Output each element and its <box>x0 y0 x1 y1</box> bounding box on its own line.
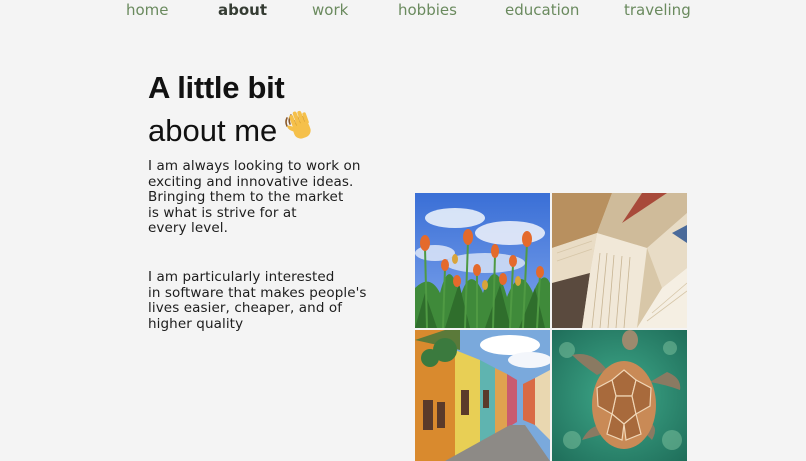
nav-home[interactable]: home <box>126 1 169 19</box>
nav-about[interactable]: about <box>218 1 267 19</box>
page-title-text: about me <box>148 113 278 148</box>
tulips-photo <box>415 193 550 328</box>
colorful-street-photo <box>415 330 550 461</box>
nav-traveling[interactable]: traveling <box>624 1 691 19</box>
intro-paragraph: I am always looking to work on exciting … <box>148 158 361 237</box>
page-title-line2: about me <box>148 109 317 151</box>
nav-hobbies[interactable]: hobbies <box>398 1 457 19</box>
waving-hand-icon <box>283 109 317 151</box>
sea-turtle-photo <box>552 330 687 461</box>
about-page: home about work hobbies education travel… <box>0 0 806 461</box>
page-title-line1: A little bit <box>148 70 285 105</box>
nav-education[interactable]: education <box>505 1 579 19</box>
interests-paragraph: I am particularly interested in software… <box>148 269 367 332</box>
nav-work[interactable]: work <box>312 1 348 19</box>
books-photo <box>552 193 687 328</box>
top-navigation: home about work hobbies education travel… <box>0 0 806 22</box>
